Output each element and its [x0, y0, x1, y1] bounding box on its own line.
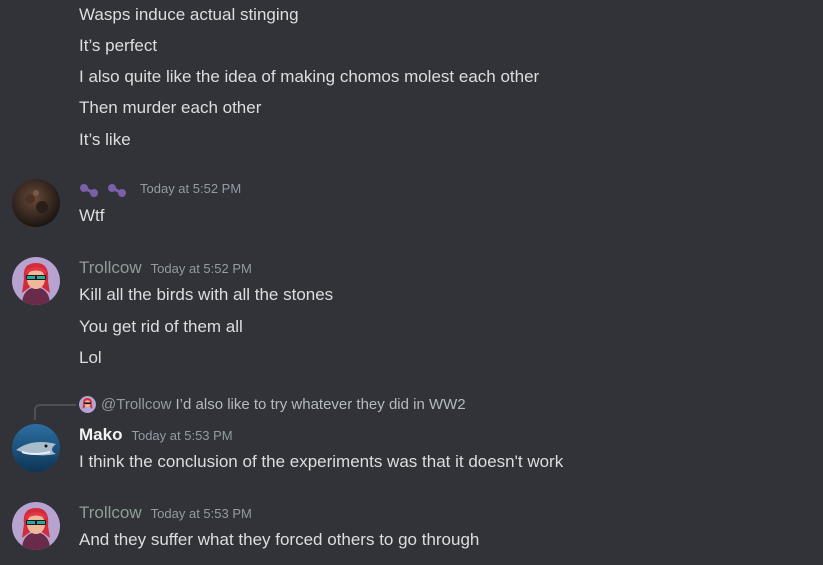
message-line: Lol — [79, 348, 102, 367]
username[interactable]: Mako — [79, 425, 122, 445]
reply-avatar — [79, 396, 96, 413]
message-line: You get rid of them all — [79, 317, 243, 336]
username[interactable]: Trollcow — [79, 503, 142, 523]
timestamp[interactable]: Today at 5:53 PM — [131, 428, 232, 443]
avatar[interactable] — [12, 502, 60, 550]
message-header: Today at 5:52 PM — [79, 181, 241, 197]
purple-bead-icon — [108, 184, 126, 197]
message-line: It’s perfect — [79, 36, 158, 55]
timestamp[interactable]: Today at 5:52 PM — [140, 181, 241, 196]
message-line: Kill all the birds with all the stones — [79, 285, 334, 304]
timestamp[interactable]: Today at 5:52 PM — [151, 261, 252, 276]
message-line: Wtf — [79, 206, 105, 225]
reply-spine — [34, 404, 76, 420]
avatar[interactable] — [12, 424, 60, 472]
avatar[interactable] — [12, 179, 60, 227]
reply-text[interactable]: I’d also like to try whatever they did i… — [176, 396, 466, 413]
message-line: It’s like — [79, 130, 131, 149]
username-emoji[interactable] — [79, 183, 129, 197]
message-line: I also quite like the idea of making cho… — [79, 67, 540, 86]
message-line: And they suffer what they forced others … — [79, 530, 480, 549]
avatar[interactable] — [12, 257, 60, 305]
message-line: I think the conclusion of the experiment… — [79, 452, 564, 471]
message-line: Then murder each other — [79, 98, 262, 117]
message-line: Wasps induce actual stinging — [79, 5, 299, 24]
timestamp[interactable]: Today at 5:53 PM — [151, 506, 252, 521]
message-header: Trollcow Today at 5:53 PM — [79, 503, 252, 523]
purple-bead-icon — [80, 184, 98, 197]
message-header: Mako Today at 5:53 PM — [79, 425, 233, 445]
username[interactable]: Trollcow — [79, 258, 142, 278]
reply-reference[interactable]: @Trollcow I’d also like to try whatever … — [79, 396, 466, 413]
message-header: Trollcow Today at 5:52 PM — [79, 258, 252, 278]
reply-username[interactable]: @Trollcow — [101, 396, 172, 413]
